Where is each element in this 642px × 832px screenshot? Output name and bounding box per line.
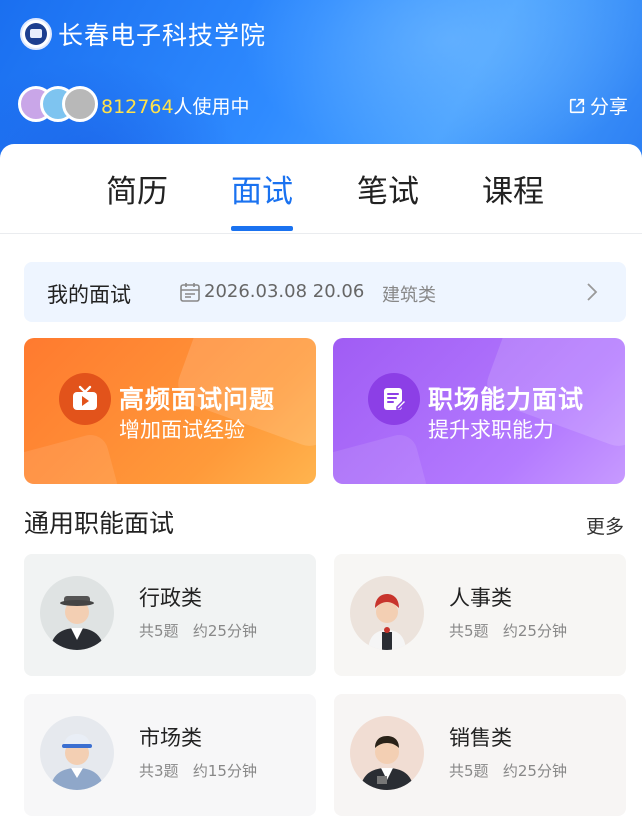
question-count: 共5题 xyxy=(449,622,489,640)
avatar xyxy=(40,716,114,790)
job-title: 销售类 xyxy=(449,726,512,750)
job-card-hr[interactable]: 人事类 共5题 约25分钟 xyxy=(334,554,626,676)
duration: 约25分钟 xyxy=(192,622,257,640)
high-frequency-questions-card[interactable]: 高频面试问题 增加面试经验 xyxy=(24,338,316,484)
share-icon xyxy=(569,98,585,113)
calendar-icon xyxy=(180,283,200,302)
share-label: 分享 xyxy=(589,96,628,118)
job-meta: 共5题 约25分钟 xyxy=(449,760,567,781)
user-count-suffix: 人使用中 xyxy=(173,96,250,118)
avatar xyxy=(350,576,424,650)
interview-date: 2026.03.08 20.06 xyxy=(204,281,365,302)
workplace-ability-card[interactable]: 职场能力面试 提升求职能力 xyxy=(333,338,625,484)
card-subtitle: 提升求职能力 xyxy=(428,418,554,442)
tab-written-test[interactable]: 笔试 xyxy=(357,166,419,211)
avatar xyxy=(62,86,98,122)
user-count: 812764 xyxy=(101,96,174,118)
job-meta: 共5题 约25分钟 xyxy=(139,620,257,641)
question-count: 共3题 xyxy=(139,762,179,780)
tab-bar: 简历 面试 笔试 课程 xyxy=(0,144,642,234)
tv-play-icon xyxy=(59,373,111,425)
duration: 约25分钟 xyxy=(502,622,567,640)
school-logo xyxy=(20,18,52,50)
job-meta: 共3题 约15分钟 xyxy=(139,760,257,781)
tab-resume[interactable]: 简历 xyxy=(106,166,168,211)
duration: 约15分钟 xyxy=(192,762,257,780)
my-interview-row[interactable]: 我的面试 2026.03.08 20.06 建筑类 xyxy=(24,262,626,322)
card-subtitle: 增加面试经验 xyxy=(119,418,245,442)
question-count: 共5题 xyxy=(449,762,489,780)
my-interview-label: 我的面试 xyxy=(47,283,131,307)
user-avatars xyxy=(18,86,98,122)
tab-courses[interactable]: 课程 xyxy=(482,166,544,211)
card-title: 职场能力面试 xyxy=(428,385,585,414)
user-count-text: 812764人使用中 xyxy=(101,92,250,119)
job-card-marketing[interactable]: 市场类 共3题 约15分钟 xyxy=(24,694,316,816)
interview-category: 建筑类 xyxy=(382,285,436,306)
interview-content: 我的面试 2026.03.08 20.06 建筑类 高频面试问题 增加面试经验 … xyxy=(0,234,642,832)
job-card-admin[interactable]: 行政类 共5题 约25分钟 xyxy=(24,554,316,676)
avatar xyxy=(350,716,424,790)
job-meta: 共5题 约25分钟 xyxy=(449,620,567,641)
chevron-right-icon xyxy=(587,283,598,301)
main-panel: 简历 面试 笔试 课程 我的面试 2026.03.08 20.06 建筑类 高频… xyxy=(0,144,642,832)
job-title: 人事类 xyxy=(449,586,512,610)
duration: 约25分钟 xyxy=(502,762,567,780)
avatar xyxy=(40,576,114,650)
active-tab-indicator xyxy=(231,226,293,231)
job-title: 市场类 xyxy=(139,726,202,750)
edit-document-icon xyxy=(368,373,420,425)
tab-interview[interactable]: 面试 xyxy=(231,166,293,211)
school-name: 长春电子科技学院 xyxy=(58,21,267,50)
question-count: 共5题 xyxy=(139,622,179,640)
share-button[interactable]: 分享 xyxy=(568,92,628,119)
card-title: 高频面试问题 xyxy=(119,385,276,414)
job-card-sales[interactable]: 销售类 共5题 约25分钟 xyxy=(334,694,626,816)
section-title: 通用职能面试 xyxy=(24,509,175,538)
more-link[interactable]: 更多 xyxy=(586,512,624,539)
job-title: 行政类 xyxy=(139,586,202,610)
